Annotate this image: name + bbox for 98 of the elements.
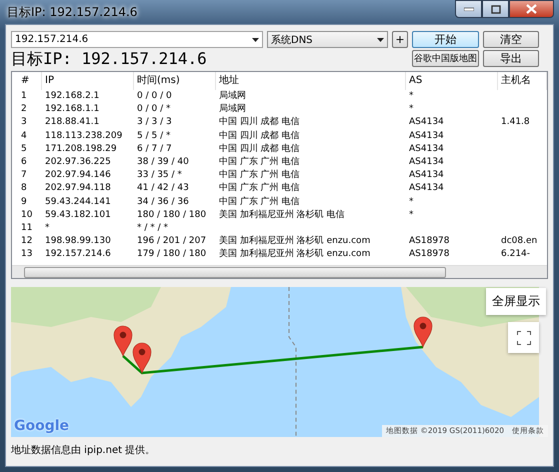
fullscreen-button[interactable]: 全屏显示 <box>486 288 546 315</box>
minimize-button[interactable] <box>455 0 482 18</box>
scrollbar-thumb[interactable] <box>24 266 446 278</box>
map-logo: Google <box>14 418 70 434</box>
table-cell-text: 202.97.94.146 <box>44 169 112 182</box>
table-cell-text: 196 / 201 / 207 <box>136 235 208 248</box>
table-cell-text: 中国 广东 广州 电信 <box>218 156 301 169</box>
table-cell-text: 33 / 35 / * <box>136 169 183 182</box>
table-cell-text: 202.97.94.118 <box>44 182 112 196</box>
map-pin-icon[interactable] <box>114 326 132 356</box>
table-cell-text: 5 / 5 / * <box>136 130 172 143</box>
column-header[interactable]: AS <box>406 72 498 90</box>
table-cell-text: 中国 广东 广州 电信 <box>218 196 301 208</box>
table-cell-text: 4 <box>20 130 28 143</box>
table-cell-text: 34 / 36 / 36 <box>136 196 190 208</box>
table-cell-text: 局域网 <box>218 90 247 103</box>
table-cell-text: 198.98.99.130 <box>44 235 112 248</box>
table-cell-text: AS18978 <box>408 248 450 262</box>
maximize-icon <box>490 4 500 14</box>
table-cell-text: 1.41.8 <box>500 116 531 130</box>
maximize-button[interactable] <box>482 0 509 18</box>
start-button[interactable]: 开始 <box>412 31 479 48</box>
table-cell-text: 中国 广东 广州 电信 <box>218 182 301 196</box>
table-cell-text: 59.43.244.141 <box>44 196 112 208</box>
table-cell-text: 9 <box>20 196 28 208</box>
table-cell-text: 180 / 180 / 180 <box>136 208 208 222</box>
fullscreen-icon[interactable] <box>508 322 539 353</box>
table-cell-text: 179 / 180 / 180 <box>136 248 208 262</box>
dropdown-caret-icon <box>377 38 384 42</box>
table-cell-text: 11 <box>20 222 34 235</box>
table-cell-text: 10 <box>20 208 34 222</box>
column-header[interactable]: 地址 <box>216 72 406 90</box>
table-cell-text: AS4134 <box>408 142 445 156</box>
table-cell-text: 6 <box>20 156 28 169</box>
column-header[interactable]: IP <box>42 72 134 90</box>
table-cell-text: 5 <box>20 142 28 156</box>
table-cell-text: 8 <box>20 182 28 196</box>
table-cell-text: * / * / * <box>136 222 170 235</box>
target-input[interactable]: 192.157.214.6 <box>11 31 263 48</box>
export-button[interactable]: 导出 <box>483 50 539 67</box>
column-header[interactable]: 时间(ms) <box>134 72 216 90</box>
minimize-icon <box>464 7 474 11</box>
map-pin-icon[interactable] <box>132 342 152 374</box>
table-cell-text: 0 / 0 / 0 <box>136 90 173 103</box>
add-button[interactable]: + <box>392 31 408 48</box>
table-cell-text: 59.43.182.101 <box>44 208 112 222</box>
table-cell-text: AS4134 <box>408 156 445 169</box>
table-cell-text: AS4134 <box>408 182 445 196</box>
map-button[interactable]: 谷歌中国版地图 <box>412 50 479 67</box>
target-ip-label: 目标IP: 192.157.214.6 <box>11 50 208 67</box>
table-cell-text: 3 / 3 / 3 <box>136 116 173 130</box>
close-button[interactable] <box>509 0 554 18</box>
table-cell-text: 6.214- <box>500 248 532 262</box>
table-cell-text: * <box>408 90 414 103</box>
dropdown-caret-icon <box>252 38 259 42</box>
table-cell-text: 3 <box>20 116 28 130</box>
table-cell-text: * <box>408 196 414 208</box>
table-cell-text: 171.208.198.29 <box>44 142 118 156</box>
table-cell-text: 中国 广东 广州 电信 <box>218 169 301 182</box>
table-cell-text: 218.88.41.1 <box>44 116 100 130</box>
table-cell-text: 192.157.214.6 <box>44 248 112 262</box>
table-cell-text: 192.168.1.1 <box>44 103 100 116</box>
table-cell-text: AS4134 <box>408 130 445 143</box>
table-cell-text: 38 / 39 / 40 <box>136 156 190 169</box>
table-cell-text: 美国 加利福尼亚州 洛杉矶 enzu.com <box>218 248 372 262</box>
table-cell-text: dc08.en <box>500 235 538 248</box>
table-cell-text: 2 <box>20 103 28 116</box>
table-cell-text: * <box>408 208 414 222</box>
table-cell-text: 13 <box>20 248 34 262</box>
table-cell-text: AS4134 <box>408 169 445 182</box>
dns-select[interactable]: 系统DNS <box>267 31 388 48</box>
table-cell-text: 局域网 <box>218 103 247 116</box>
table-cell-text: 1 <box>20 90 28 103</box>
table-cell-text: * <box>408 103 414 116</box>
clear-button[interactable]: 清空 <box>483 31 539 48</box>
table-cell-text: AS18978 <box>408 235 450 248</box>
table-cell-text: AS4134 <box>408 116 445 130</box>
table-cell-text: 118.113.238.209 <box>44 130 124 143</box>
table-cell-text: 中国 四川 成都 电信 <box>218 142 301 156</box>
table-cell-text: 12 <box>20 235 34 248</box>
status-text: 地址数据信息由 ipip.net 提供。 <box>11 444 156 457</box>
table-cell-text: 192.168.2.1 <box>44 90 100 103</box>
window-title: 目标IP: 192.157.214.6 <box>6 4 138 20</box>
table-cell-text: 中国 四川 成都 电信 <box>218 116 301 130</box>
column-header[interactable]: # <box>18 72 42 90</box>
horizontal-scrollbar[interactable] <box>12 265 547 278</box>
close-icon <box>526 4 537 14</box>
map-pin-icon[interactable] <box>414 316 432 348</box>
table-cell-text: * <box>44 222 50 235</box>
table-cell-text: 41 / 42 / 43 <box>136 182 190 196</box>
table-cell-text: 美国 加利福尼亚州 洛杉矶 电信 <box>218 208 346 222</box>
table-cell-text: 美国 加利福尼亚州 洛杉矶 enzu.com <box>218 235 372 248</box>
table-cell-text: 7 <box>20 169 28 182</box>
table-cell-text: 6 / 7 / 7 <box>136 142 173 156</box>
table-cell-text: 0 / 0 / * <box>136 103 172 116</box>
column-header[interactable]: 主机名 <box>498 72 547 90</box>
table-cell-text: 中国 四川 成都 电信 <box>218 130 301 143</box>
table-cell-text: 202.97.36.225 <box>44 156 112 169</box>
